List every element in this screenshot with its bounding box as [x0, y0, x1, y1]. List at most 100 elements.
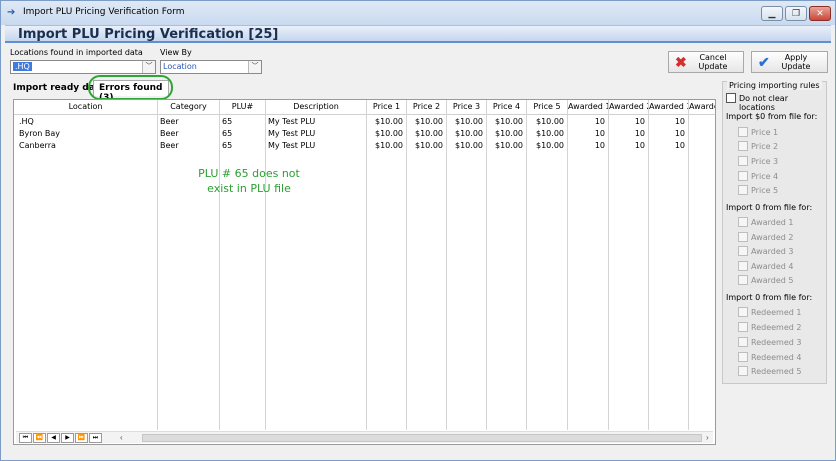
awarded2-label: Awarded 2 — [751, 233, 794, 242]
close-button[interactable]: ✕ — [809, 6, 831, 21]
chevron-down-icon[interactable]: ﹀ — [142, 61, 155, 73]
minimize-button[interactable]: ▁ — [761, 6, 783, 21]
locations-combo[interactable]: .HQ ﹀ — [10, 60, 156, 74]
cell-awarded3: 10 — [674, 129, 685, 138]
price3-checkbox[interactable] — [738, 156, 748, 166]
col-header-plu[interactable]: PLU# — [220, 102, 265, 111]
price2-checkbox[interactable] — [738, 141, 748, 151]
col-header-price5[interactable]: Price 5 — [527, 102, 567, 111]
annotation-line2: exist in PLU file — [207, 182, 291, 195]
cell-price3: $10.00 — [455, 141, 483, 150]
chevron-down-icon[interactable]: ﹀ — [248, 61, 261, 73]
checkmark-icon: ✔ — [758, 54, 770, 70]
col-divider — [219, 100, 220, 430]
cell-awarded3: 10 — [674, 117, 685, 126]
price2-label: Price 2 — [751, 142, 779, 151]
col-header-awarded3[interactable]: Awarded 3 — [649, 102, 688, 111]
cancel-update-label: Cancel Update — [691, 53, 735, 71]
redeemed2-checkbox[interactable] — [738, 322, 748, 332]
scroll-right-icon[interactable]: › — [706, 433, 709, 442]
price4-checkbox[interactable] — [738, 171, 748, 181]
col-divider — [157, 100, 158, 430]
awarded3-checkbox[interactable] — [738, 246, 748, 256]
cell-plu: 65 — [222, 129, 233, 138]
cell-plu: 65 — [222, 141, 233, 150]
next-record-button[interactable]: ▶ — [61, 433, 74, 443]
redeemed5-label: Redeemed 5 — [751, 367, 802, 376]
redeemed3-label: Redeemed 3 — [751, 338, 802, 347]
price5-label: Price 5 — [751, 186, 779, 195]
cell-awarded2: 10 — [634, 141, 645, 150]
redeemed1-checkbox[interactable] — [738, 307, 748, 317]
col-header-price2[interactable]: Price 2 — [407, 102, 446, 111]
window-title: Import PLU Pricing Verification Form — [23, 7, 185, 17]
col-header-price3[interactable]: Price 3 — [447, 102, 486, 111]
pricing-grid[interactable]: Location Category PLU# Description Price… — [13, 99, 716, 445]
col-header-awarded2[interactable]: Awarded 2 — [609, 102, 648, 111]
cell-awarded1: 10 — [594, 117, 605, 126]
price5-checkbox[interactable] — [738, 185, 748, 195]
cancel-update-button[interactable]: ✖ Cancel Update — [668, 51, 744, 73]
maximize-button[interactable]: ❐ — [785, 6, 807, 21]
cell-price5: $10.00 — [536, 141, 564, 150]
redeemed-group-title: Import 0 from file for: — [726, 293, 813, 302]
redeemed4-label: Redeemed 4 — [751, 353, 802, 362]
awarded1-label: Awarded 1 — [751, 218, 794, 227]
redeemed1-label: Redeemed 1 — [751, 308, 802, 317]
awarded5-checkbox[interactable] — [738, 275, 748, 285]
viewby-combo[interactable]: Location ﹀ — [160, 60, 262, 74]
cell-price1: $10.00 — [375, 129, 403, 138]
col-header-price4[interactable]: Price 4 — [487, 102, 526, 111]
awarded1-checkbox[interactable] — [738, 217, 748, 227]
cell-price1: $10.00 — [375, 141, 403, 150]
col-header-category[interactable]: Category — [158, 102, 219, 111]
next-page-button[interactable]: ⏩ — [75, 433, 88, 443]
form-title: Import PLU Pricing Verification [25] — [18, 27, 279, 42]
last-record-button[interactable]: ⏭ — [89, 433, 102, 443]
locations-label: Locations found in imported data — [10, 48, 143, 57]
awarded2-checkbox[interactable] — [738, 232, 748, 242]
cell-awarded3: 10 — [674, 141, 685, 150]
cell-price2: $10.00 — [415, 129, 443, 138]
price1-checkbox[interactable] — [738, 127, 748, 137]
apply-label-line2: Update — [781, 62, 811, 71]
first-record-button[interactable]: ⏮ — [19, 433, 32, 443]
apply-update-button[interactable]: ✔ Apply Update — [751, 51, 828, 73]
price-group-title: Import $0 from file for: — [726, 112, 818, 121]
cell-description: My Test PLU — [268, 129, 316, 138]
prev-page-button[interactable]: ⏪ — [33, 433, 46, 443]
cell-description: My Test PLU — [268, 117, 316, 126]
cell-category: Beer — [160, 117, 179, 126]
redeemed2-label: Redeemed 2 — [751, 323, 802, 332]
col-header-location[interactable]: Location — [14, 102, 157, 111]
awarded4-checkbox[interactable] — [738, 261, 748, 271]
awarded4-label: Awarded 4 — [751, 262, 794, 271]
do-not-clear-label: Do not clear locations — [739, 94, 788, 112]
price4-label: Price 4 — [751, 172, 779, 181]
viewby-label: View By — [160, 48, 192, 57]
cell-price5: $10.00 — [536, 129, 564, 138]
col-header-awarded4[interactable]: Awarde — [689, 102, 715, 111]
col-header-awarded1[interactable]: Awarded 1 — [568, 102, 608, 111]
cell-price2: $10.00 — [415, 141, 443, 150]
rules-title: Pricing importing rules — [727, 81, 822, 90]
app-arrow-icon: ➔ — [7, 7, 16, 18]
cell-price2: $10.00 — [415, 117, 443, 126]
redeemed4-checkbox[interactable] — [738, 352, 748, 362]
locations-value: .HQ — [13, 62, 32, 71]
redeemed3-checkbox[interactable] — [738, 337, 748, 347]
cell-location: Canberra — [19, 141, 56, 150]
cell-category: Beer — [160, 129, 179, 138]
scroll-left-icon[interactable]: ‹ — [120, 433, 123, 442]
col-header-price1[interactable]: Price 1 — [367, 102, 406, 111]
col-header-description[interactable]: Description — [266, 102, 366, 111]
do-not-clear-checkbox[interactable] — [726, 93, 736, 103]
horizontal-scroll-thumb[interactable] — [142, 434, 702, 442]
awarded5-label: Awarded 5 — [751, 276, 794, 285]
cell-plu: 65 — [222, 117, 233, 126]
cell-location: Byron Bay — [19, 129, 60, 138]
redeemed5-checkbox[interactable] — [738, 366, 748, 376]
prev-record-button[interactable]: ◀ — [47, 433, 60, 443]
col-divider — [265, 100, 266, 430]
form-header: Import PLU Pricing Verification [25] — [5, 25, 831, 43]
